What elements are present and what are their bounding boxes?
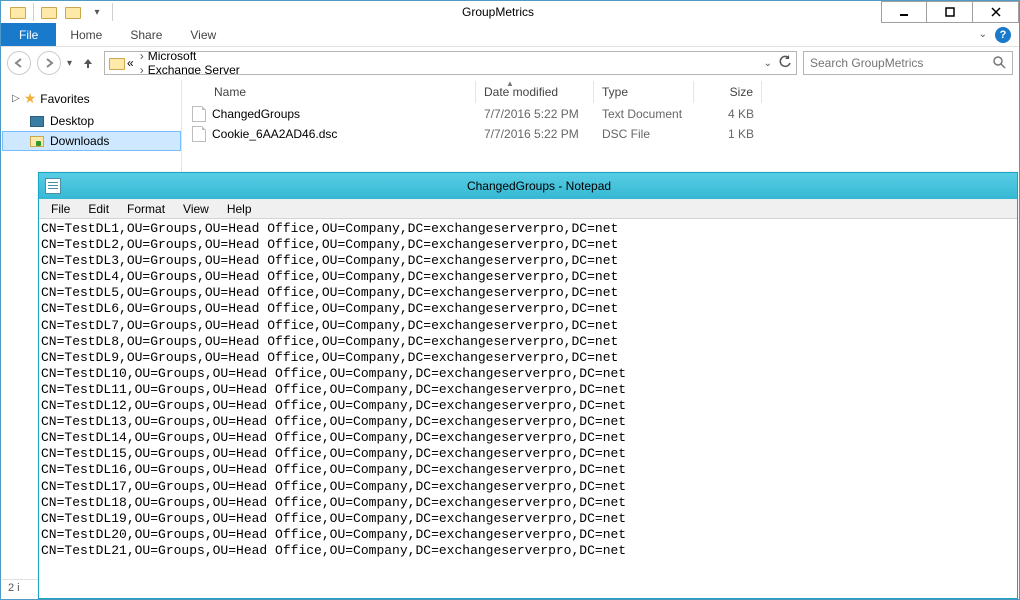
- window-controls: [881, 1, 1019, 23]
- menu-edit[interactable]: Edit: [80, 200, 117, 218]
- desktop-icon: [30, 116, 44, 127]
- breadcrumb-segment[interactable]: ›Exchange Server: [136, 63, 240, 75]
- help-icon[interactable]: ?: [995, 27, 1011, 43]
- ribbon-expand-icon[interactable]: ⌄: [979, 29, 987, 40]
- notepad-titlebar[interactable]: ChangedGroups - Notepad: [39, 173, 1017, 199]
- file-date: 7/7/2016 5:22 PM: [476, 107, 594, 121]
- file-row[interactable]: Cookie_6AA2AD46.dsc 7/7/2016 5:22 PMDSC F…: [182, 124, 1018, 144]
- notepad-window: ChangedGroups - Notepad File Edit Format…: [38, 172, 1018, 599]
- file-icon: [192, 106, 206, 122]
- file-type: Text Document: [594, 107, 694, 121]
- menu-format[interactable]: Format: [119, 200, 173, 218]
- explorer-titlebar[interactable]: ▾ GroupMetrics: [1, 1, 1019, 23]
- forward-button[interactable]: [37, 51, 61, 75]
- file-name: ChangedGroups: [212, 107, 300, 121]
- qat-open-icon[interactable]: [62, 2, 84, 22]
- maximize-button[interactable]: [927, 1, 973, 23]
- close-button[interactable]: [973, 1, 1019, 23]
- file-tab[interactable]: File: [1, 23, 56, 46]
- tab-share[interactable]: Share: [116, 23, 176, 46]
- qat-properties-icon[interactable]: [38, 2, 60, 22]
- favorites-header[interactable]: ▷ ★ Favorites: [2, 86, 181, 111]
- sort-indicator-icon: ▲: [506, 80, 514, 88]
- nav-item-label: Desktop: [50, 114, 94, 128]
- menu-file[interactable]: File: [43, 200, 78, 218]
- minimize-button[interactable]: [881, 1, 927, 23]
- location-folder-icon: [109, 55, 125, 71]
- notepad-app-icon: [45, 178, 61, 194]
- search-icon[interactable]: [992, 55, 1006, 72]
- file-size: 1 KB: [694, 127, 762, 141]
- breadcrumb-overflow[interactable]: «: [127, 56, 134, 70]
- file-date: 7/7/2016 5:22 PM: [476, 127, 594, 141]
- file-row[interactable]: ChangedGroups 7/7/2016 5:22 PMText Docume…: [182, 104, 1018, 124]
- search-box[interactable]: [803, 51, 1013, 75]
- column-name[interactable]: Name: [182, 81, 476, 103]
- notepad-menubar: File Edit Format View Help: [39, 199, 1017, 219]
- breadcrumb-segment[interactable]: ›Microsoft: [136, 51, 240, 63]
- column-date[interactable]: Date modified: [476, 81, 594, 103]
- folder-icon: [7, 2, 29, 22]
- expand-icon[interactable]: ▷: [12, 93, 20, 104]
- notepad-title: ChangedGroups - Notepad: [67, 179, 1011, 193]
- tab-home[interactable]: Home: [56, 23, 116, 46]
- column-headers: Name Date modified Type Size: [182, 80, 1018, 104]
- qat-customize-icon[interactable]: ▾: [86, 2, 108, 22]
- refresh-icon[interactable]: [778, 55, 792, 72]
- menu-view[interactable]: View: [175, 200, 217, 218]
- history-dropdown-icon[interactable]: ▾: [67, 58, 72, 69]
- status-text: 2 i: [8, 582, 20, 594]
- file-type: DSC File: [594, 127, 694, 141]
- nav-item-label: Downloads: [50, 134, 109, 148]
- notepad-text-area[interactable]: CN=TestDL1,OU=Groups,OU=Head Office,OU=C…: [39, 219, 1017, 598]
- nav-item-desktop[interactable]: Desktop: [2, 111, 181, 131]
- file-name: Cookie_6AA2AD46.dsc: [212, 127, 337, 141]
- search-input[interactable]: [810, 56, 970, 70]
- up-button[interactable]: [78, 51, 98, 75]
- address-dropdown-icon[interactable]: ⌄: [764, 58, 772, 69]
- menu-help[interactable]: Help: [219, 200, 260, 218]
- address-bar[interactable]: « ›Local Disk (C:)›Program Files›Microso…: [104, 51, 797, 75]
- file-size: 4 KB: [694, 107, 762, 121]
- window-title: GroupMetrics: [115, 5, 881, 19]
- favorites-label: Favorites: [40, 92, 89, 106]
- quick-access-toolbar: ▾: [1, 2, 115, 22]
- column-type[interactable]: Type: [594, 81, 694, 103]
- star-icon: ★: [24, 90, 37, 107]
- tab-view[interactable]: View: [176, 23, 230, 46]
- nav-item-downloads[interactable]: Downloads: [2, 131, 181, 151]
- column-size[interactable]: Size: [694, 81, 762, 103]
- navigation-bar: ▾ « ›Local Disk (C:)›Program Files›Micro…: [1, 47, 1019, 79]
- file-icon: [192, 126, 206, 142]
- back-button[interactable]: [7, 51, 31, 75]
- downloads-icon: [30, 136, 44, 147]
- ribbon-tabs: File Home Share View ⌄ ?: [1, 23, 1019, 47]
